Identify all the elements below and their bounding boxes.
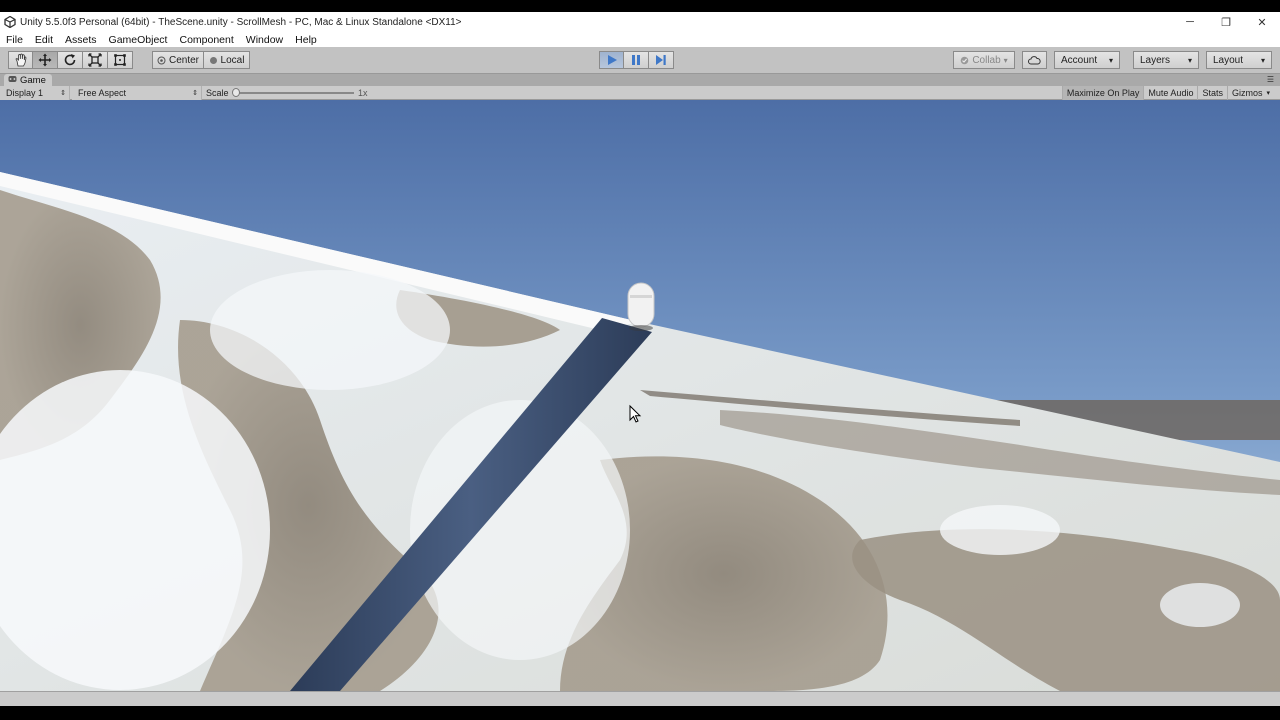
gizmos-label: Gizmos: [1231, 88, 1263, 98]
aspect-dropdown[interactable]: Free Aspect ⇕: [72, 86, 202, 100]
chevron-down-icon: ▾: [1266, 90, 1270, 97]
pivot-mode-button[interactable]: Center: [152, 51, 204, 69]
layers-label: Layers: [1140, 54, 1171, 66]
game-view-toggles: Maximize On Play Mute Audio Stats Gizmos…: [1061, 86, 1274, 100]
cloud-group: [1022, 51, 1047, 69]
gizmos-dropdown[interactable]: Gizmos ▾: [1226, 86, 1274, 100]
account-dropdown[interactable]: Account ▾: [1054, 51, 1120, 69]
panel-menu-icon[interactable]: ☰: [1267, 75, 1274, 84]
scale-slider-thumb[interactable]: [232, 88, 240, 97]
rect-tool-button[interactable]: [108, 51, 133, 69]
game-view-controls: Display 1 ⇕ Free Aspect ⇕ Scale 1x Maxim…: [0, 86, 1280, 100]
player-capsule: [627, 282, 655, 331]
close-button[interactable]: ✕: [1244, 12, 1280, 32]
game-viewport[interactable]: [0, 100, 1280, 691]
layout-label: Layout: [1213, 54, 1244, 66]
chevron-down-icon: ▾: [1187, 55, 1192, 65]
menu-bar: File Edit Assets GameObject Component Wi…: [0, 32, 1280, 47]
scale-tool-button[interactable]: [83, 51, 108, 69]
window-controls: ─ ❐ ✕: [1172, 12, 1280, 32]
unity-logo-icon: [4, 15, 16, 29]
play-button[interactable]: [599, 51, 624, 69]
rotate-icon: [63, 53, 77, 67]
play-icon: [606, 54, 618, 66]
local-space-icon: [209, 56, 218, 65]
chevron-down-icon: ▾: [1003, 55, 1008, 65]
collab-group: Collab ▾: [953, 51, 1015, 69]
account-group: Account ▾: [1054, 51, 1120, 69]
pivot-toggles: Center Local: [152, 51, 250, 69]
chevron-down-icon: ▾: [1108, 55, 1113, 65]
game-view-icon: [8, 75, 17, 86]
mute-audio-toggle[interactable]: Mute Audio: [1143, 86, 1197, 100]
menu-file[interactable]: File: [0, 34, 29, 46]
status-bar: [0, 691, 1280, 706]
menu-gameobject[interactable]: GameObject: [103, 34, 174, 46]
menu-assets[interactable]: Assets: [59, 34, 103, 46]
layout-group: Layout ▾: [1206, 51, 1272, 69]
step-icon: [655, 54, 667, 66]
check-icon: [960, 56, 969, 65]
tab-game[interactable]: Game: [4, 74, 52, 86]
rotate-tool-button[interactable]: [58, 51, 83, 69]
pause-icon: [630, 54, 642, 66]
pause-button[interactable]: [624, 51, 649, 69]
cloud-icon: [1028, 55, 1041, 65]
spinner-arrows-icon: ⇕: [192, 90, 198, 97]
hand-icon: [14, 53, 28, 67]
panel-tab-strip: Game ☰: [0, 74, 1280, 86]
pivot-space-button[interactable]: Local: [204, 51, 250, 69]
transform-tools: [8, 51, 133, 69]
minimize-button[interactable]: ─: [1172, 12, 1208, 32]
playback-controls: [599, 51, 674, 69]
pivot-space-label: Local: [220, 54, 245, 66]
tab-game-label: Game: [20, 74, 46, 86]
cloud-button[interactable]: [1022, 51, 1047, 69]
layout-dropdown[interactable]: Layout ▾: [1206, 51, 1272, 69]
move-icon: [38, 53, 52, 67]
center-pivot-icon: [157, 56, 166, 65]
scale-label: Scale: [206, 88, 229, 98]
aspect-label: Free Aspect: [78, 88, 127, 98]
spinner-arrows-icon: ⇕: [60, 90, 66, 97]
display-dropdown[interactable]: Display 1 ⇕: [0, 86, 70, 100]
main-toolbar: Center Local Collab ▾ Account ▾ Layers ▾…: [0, 47, 1280, 74]
move-tool-button[interactable]: [33, 51, 58, 69]
account-label: Account: [1061, 54, 1098, 66]
window-title: Unity 5.5.0f3 Personal (64bit) - TheScen…: [20, 16, 462, 28]
pivot-mode-label: Center: [168, 54, 199, 66]
hand-tool-button[interactable]: [8, 51, 33, 69]
scene-render: [0, 100, 1280, 691]
scale-value: 1x: [358, 88, 368, 98]
layers-dropdown[interactable]: Layers ▾: [1133, 51, 1199, 69]
scale-icon: [88, 53, 102, 67]
step-button[interactable]: [649, 51, 674, 69]
layers-group: Layers ▾: [1133, 51, 1199, 69]
maximize-on-play-toggle[interactable]: Maximize On Play: [1061, 86, 1144, 100]
collab-button[interactable]: Collab ▾: [953, 51, 1015, 69]
letterbox-top: [0, 0, 1280, 12]
menu-window[interactable]: Window: [240, 34, 289, 46]
chevron-down-icon: ▾: [1260, 55, 1265, 65]
rect-transform-icon: [113, 53, 127, 67]
menu-component[interactable]: Component: [173, 34, 239, 46]
scale-slider-track[interactable]: [236, 92, 354, 94]
title-bar: Unity 5.5.0f3 Personal (64bit) - TheScen…: [0, 12, 1280, 32]
restore-button[interactable]: ❐: [1208, 12, 1244, 32]
display-label: Display 1: [6, 88, 44, 98]
stats-toggle[interactable]: Stats: [1197, 86, 1227, 100]
menu-edit[interactable]: Edit: [29, 34, 59, 46]
letterbox-bottom: [0, 706, 1280, 720]
menu-help[interactable]: Help: [289, 34, 323, 46]
collab-label: Collab: [972, 54, 1001, 66]
